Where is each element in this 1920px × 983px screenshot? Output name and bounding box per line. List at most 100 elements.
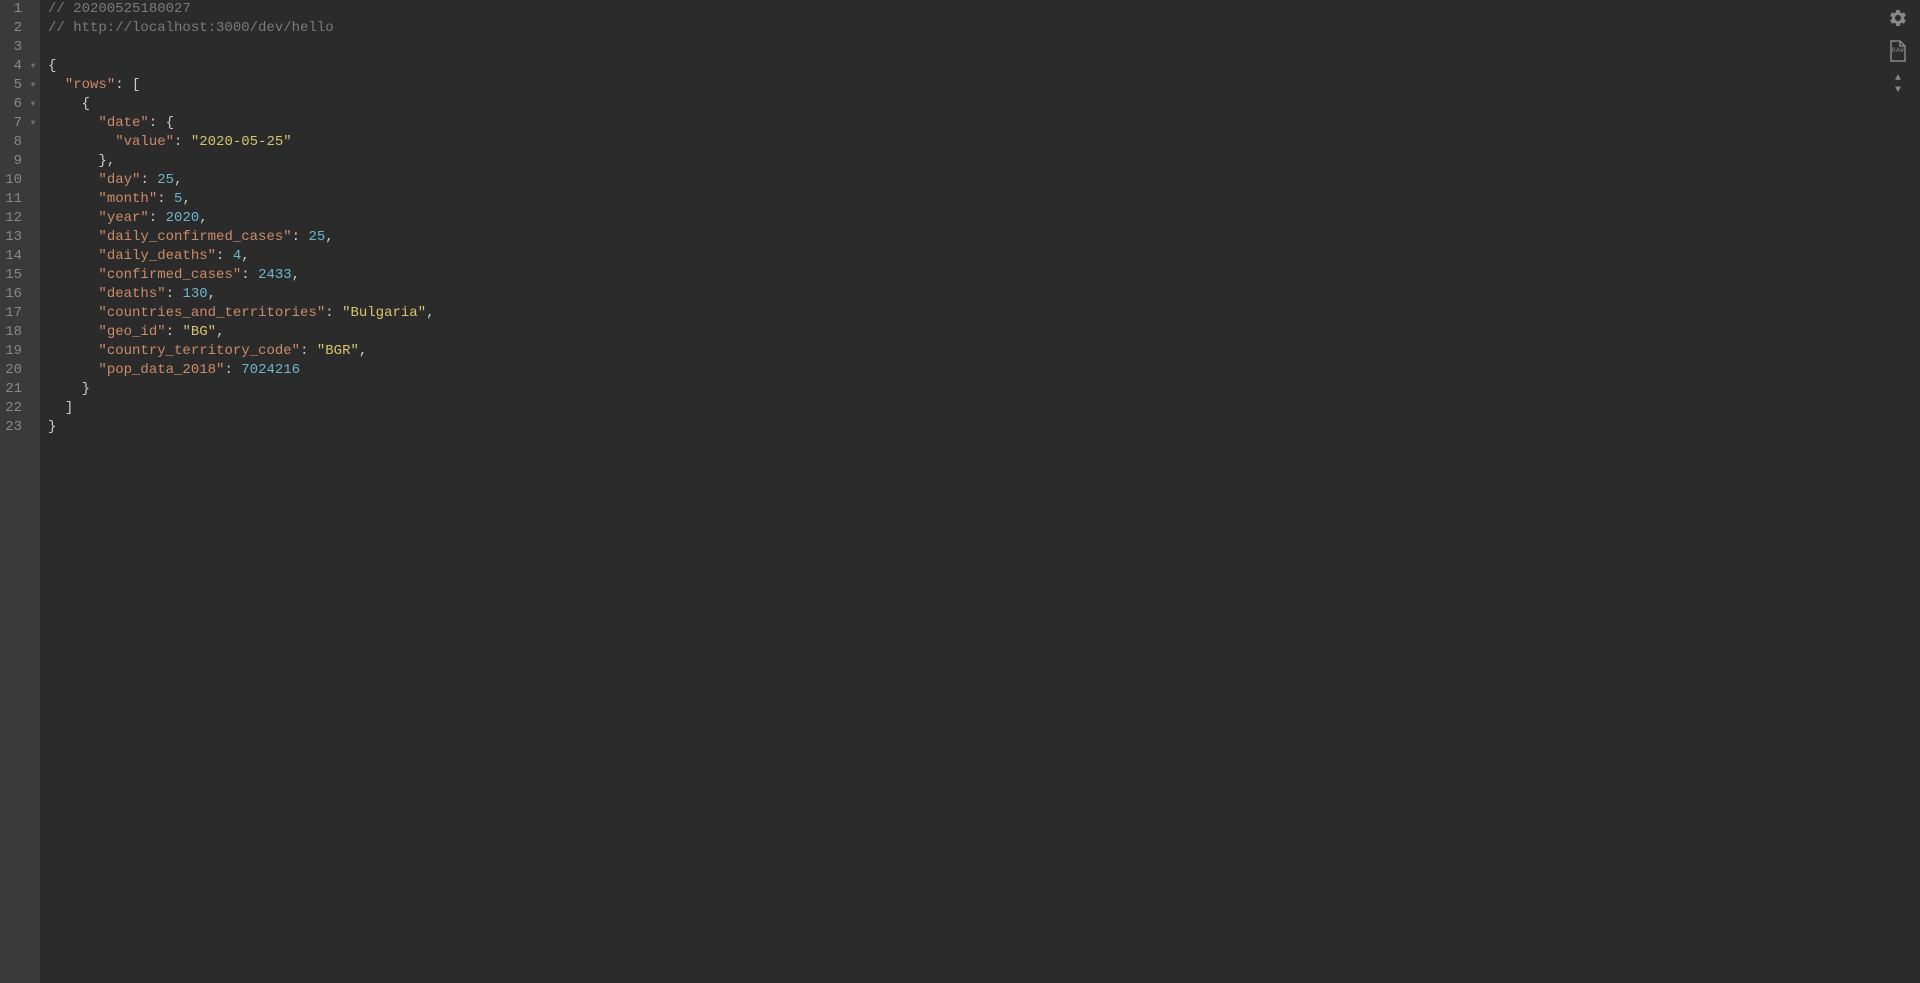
token-text	[48, 362, 98, 378]
line-number-gutter: 1234567891011121314151617181920212223	[0, 0, 26, 983]
token-punct: ,	[325, 229, 333, 245]
line-number: 2	[0, 19, 22, 38]
code-line[interactable]: "year": 2020,	[48, 209, 1920, 228]
token-punct: ,	[182, 191, 190, 207]
fold-marker	[26, 38, 40, 57]
token-punct: :	[241, 267, 258, 283]
token-punct: :	[149, 210, 166, 226]
token-text	[48, 115, 98, 131]
line-number: 5	[0, 76, 22, 95]
token-key: "geo_id"	[98, 324, 165, 340]
token-number: 25	[308, 229, 325, 245]
code-line[interactable]	[48, 38, 1920, 57]
code-line[interactable]: }	[48, 418, 1920, 437]
token-brace: {	[166, 115, 174, 131]
token-punct: :	[166, 324, 183, 340]
code-line[interactable]: ]	[48, 399, 1920, 418]
code-line[interactable]: "deaths": 130,	[48, 285, 1920, 304]
token-brace: }	[48, 419, 56, 435]
code-line[interactable]: "value": "2020-05-25"	[48, 133, 1920, 152]
code-area[interactable]: // 20200525180027// http://localhost:300…	[40, 0, 1920, 983]
line-number: 19	[0, 342, 22, 361]
token-number: 4	[233, 248, 241, 264]
token-punct: ,	[107, 153, 115, 169]
line-number: 6	[0, 95, 22, 114]
line-number: 18	[0, 323, 22, 342]
token-key: "countries_and_territories"	[98, 305, 325, 321]
token-text	[48, 134, 115, 150]
fold-marker	[26, 380, 40, 399]
token-string: "Bulgaria"	[342, 305, 426, 321]
fold-marker	[26, 418, 40, 437]
code-line[interactable]: {	[48, 95, 1920, 114]
gear-icon[interactable]	[1888, 8, 1908, 28]
line-number: 10	[0, 171, 22, 190]
token-brace: }	[82, 381, 90, 397]
fold-marker	[26, 190, 40, 209]
fold-marker	[26, 209, 40, 228]
token-punct: :	[325, 305, 342, 321]
token-punct: ,	[199, 210, 207, 226]
token-number: 2020	[166, 210, 200, 226]
token-key: "rows"	[65, 77, 115, 93]
token-punct: :	[157, 191, 174, 207]
code-line[interactable]: "pop_data_2018": 7024216	[48, 361, 1920, 380]
token-punct: ,	[359, 343, 367, 359]
editor-container: 1234567891011121314151617181920212223 ▼▼…	[0, 0, 1920, 983]
code-line[interactable]: "confirmed_cases": 2433,	[48, 266, 1920, 285]
token-punct: ,	[208, 286, 216, 302]
code-line[interactable]: "daily_confirmed_cases": 25,	[48, 228, 1920, 247]
line-number: 7	[0, 114, 22, 133]
code-line[interactable]: "daily_deaths": 4,	[48, 247, 1920, 266]
code-line[interactable]: "day": 25,	[48, 171, 1920, 190]
token-text	[48, 267, 98, 283]
token-text	[48, 229, 98, 245]
code-line[interactable]: },	[48, 152, 1920, 171]
token-punct: ,	[426, 305, 434, 321]
chevron-up-icon[interactable]: ▲	[1895, 74, 1901, 84]
token-punct: :	[292, 229, 309, 245]
token-text	[48, 172, 98, 188]
code-line[interactable]: "date": {	[48, 114, 1920, 133]
code-line[interactable]: "countries_and_territories": "Bulgaria",	[48, 304, 1920, 323]
line-number: 23	[0, 418, 22, 437]
token-punct: ,	[216, 324, 224, 340]
token-string: "2020-05-25"	[191, 134, 292, 150]
code-line[interactable]: "rows": [	[48, 76, 1920, 95]
raw-file-icon[interactable]: RAW	[1889, 40, 1907, 62]
line-number: 21	[0, 380, 22, 399]
token-punct: : [	[115, 77, 140, 93]
line-number: 13	[0, 228, 22, 247]
token-key: "country_territory_code"	[98, 343, 300, 359]
fold-marker	[26, 399, 40, 418]
line-number: 9	[0, 152, 22, 171]
token-text	[48, 153, 98, 169]
fold-marker	[26, 133, 40, 152]
code-line[interactable]: "month": 5,	[48, 190, 1920, 209]
token-number: 7024216	[241, 362, 300, 378]
code-line[interactable]: }	[48, 380, 1920, 399]
token-brace: {	[48, 58, 56, 74]
code-line[interactable]: {	[48, 57, 1920, 76]
fold-marker[interactable]: ▼	[26, 57, 40, 76]
token-number: 2433	[258, 267, 292, 283]
token-text	[48, 210, 98, 226]
line-number: 3	[0, 38, 22, 57]
line-number: 11	[0, 190, 22, 209]
line-number: 4	[0, 57, 22, 76]
fold-marker[interactable]: ▼	[26, 95, 40, 114]
fold-marker[interactable]: ▼	[26, 114, 40, 133]
token-string: "BGR"	[317, 343, 359, 359]
code-line[interactable]: "geo_id": "BG",	[48, 323, 1920, 342]
token-key: "month"	[98, 191, 157, 207]
fold-marker[interactable]: ▼	[26, 76, 40, 95]
code-line[interactable]: "country_territory_code": "BGR",	[48, 342, 1920, 361]
fold-marker	[26, 171, 40, 190]
token-key: "pop_data_2018"	[98, 362, 224, 378]
token-punct: ]	[65, 400, 73, 416]
line-number: 20	[0, 361, 22, 380]
code-line[interactable]: // 20200525180027	[48, 0, 1920, 19]
nav-arrows: ▲ ▼	[1895, 74, 1901, 96]
code-line[interactable]: // http://localhost:3000/dev/hello	[48, 19, 1920, 38]
chevron-down-icon[interactable]: ▼	[1895, 86, 1901, 96]
